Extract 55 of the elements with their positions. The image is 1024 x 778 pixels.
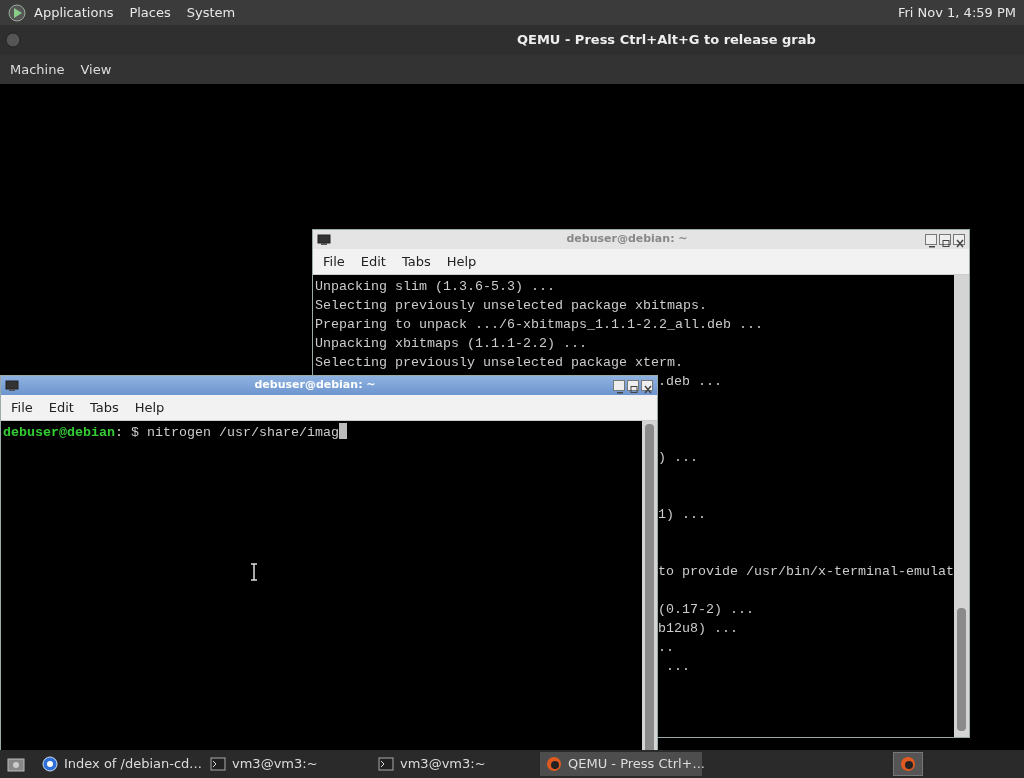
taskbar-button[interactable]: vm3@vm3:~ <box>204 752 366 776</box>
menu-item[interactable]: File <box>315 251 353 272</box>
desktop-icon <box>6 755 26 773</box>
scrollbar[interactable] <box>642 421 657 750</box>
menu-item[interactable]: Help <box>438 251 485 272</box>
panel-menu[interactable]: Places <box>121 2 179 23</box>
terminal-icon <box>378 757 394 771</box>
window-icon <box>5 32 21 48</box>
terminal-line: Preparing to unpack .../6-xbitmaps_1.1.1-2.2_all.deb ... <box>315 317 763 332</box>
monitor-icon <box>317 233 331 246</box>
menu-item[interactable]: Edit <box>40 397 82 418</box>
terminal-line: to provide /usr/bin/x-terminal-emulat <box>658 564 954 579</box>
taskbar-button[interactable]: QEMU - Press Ctrl+... <box>540 752 702 776</box>
terminal-line: Unpacking slim (1.3.6-5.3) ... <box>315 279 555 294</box>
taskbar-button[interactable]: vm3@vm3:~ <box>372 752 534 776</box>
logo-icon <box>8 3 26 22</box>
minimize-button[interactable] <box>925 234 937 245</box>
tray-icon[interactable] <box>893 752 923 776</box>
qemu-icon <box>546 756 562 772</box>
menu-item[interactable]: View <box>72 59 120 80</box>
monitor-icon <box>5 379 19 392</box>
menu-item[interactable]: File <box>3 397 41 418</box>
terminal-line: (0.17-2) ... <box>658 602 754 617</box>
window-title: QEMU - Press Ctrl+Alt+G to release grab <box>517 31 816 50</box>
menu-item[interactable]: Machine <box>2 59 73 80</box>
terminal-line: ) ... <box>658 450 698 465</box>
close-button[interactable] <box>953 234 965 245</box>
scrollbar[interactable] <box>954 275 969 737</box>
terminal-line: ... <box>665 659 690 674</box>
terminal-line: Selecting previously unselected package xterm. <box>315 355 683 370</box>
window-title: debuser@debian: ~ <box>253 377 377 394</box>
maximize-button[interactable] <box>627 380 639 391</box>
maximize-button[interactable] <box>939 234 951 245</box>
clock: Fri Nov 1, 4:59 PM <box>897 3 1016 22</box>
terminal-line: Selecting previously unselected package xbitmaps. <box>315 298 707 313</box>
menu-item[interactable]: Help <box>126 397 173 418</box>
qemu-icon <box>900 756 916 772</box>
terminal-line: Unpacking xbitmaps (1.1.1-2.2) ... <box>315 336 587 351</box>
panel-menu[interactable]: System <box>178 2 244 23</box>
terminal-icon <box>210 757 226 771</box>
menu-item[interactable]: Edit <box>352 251 394 272</box>
terminal-line: debuser@debian: $ nitrogen /usr/share/imag <box>3 425 339 440</box>
menu-item[interactable]: Tabs <box>393 251 439 272</box>
panel-menu[interactable]: Applications <box>26 2 122 23</box>
globe-icon <box>42 756 58 772</box>
text-cursor <box>338 423 347 439</box>
terminal-line: .. <box>658 640 674 655</box>
terminal-line: .deb ... <box>658 374 722 389</box>
terminal-line: 1) ... <box>658 507 706 522</box>
window-title: debuser@debian: ~ <box>565 231 689 248</box>
minimize-button[interactable] <box>613 380 625 391</box>
terminal-line: b12u8) ... <box>658 621 738 636</box>
close-button[interactable] <box>641 380 653 391</box>
text-cursor-icon <box>250 563 258 581</box>
menu-item[interactable]: Tabs <box>81 397 127 418</box>
